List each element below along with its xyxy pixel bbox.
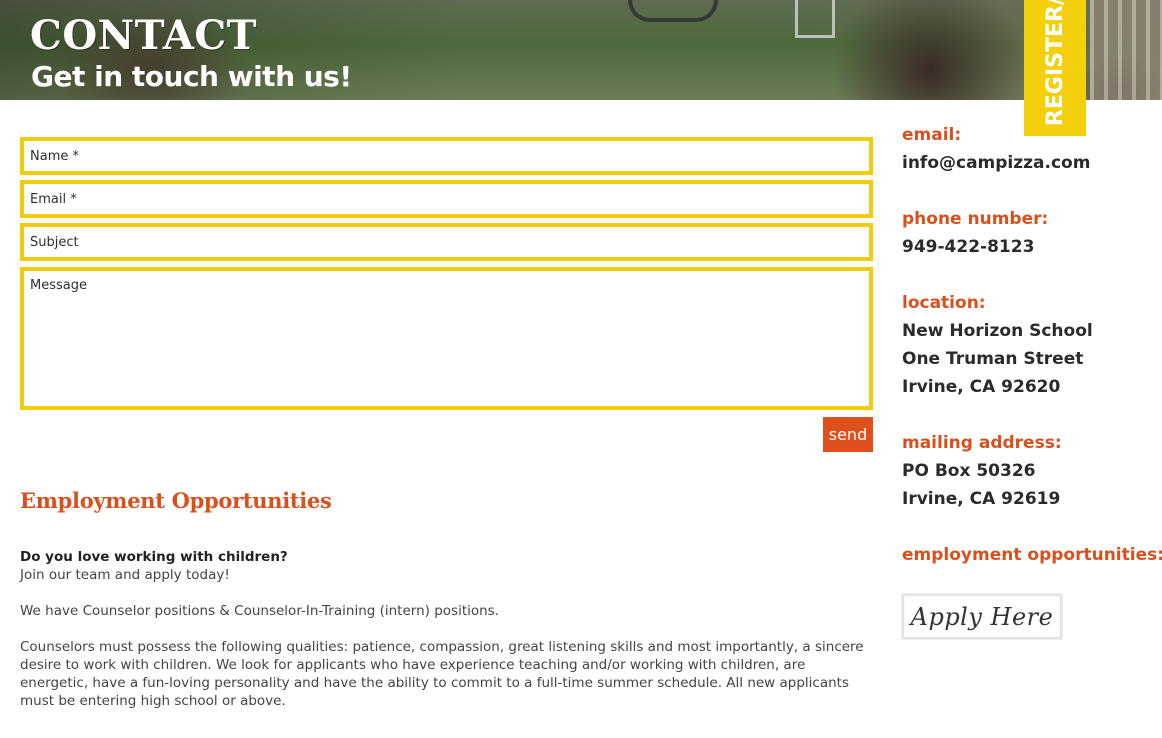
apply-here-label: Apply Here [910, 602, 1054, 631]
banner-photo-table [628, 0, 718, 22]
banner-photo-chair [795, 0, 835, 38]
mailing-label: mailing address: [902, 433, 1062, 453]
employment-positions-text: We have Counselor positions & Counselor-… [20, 603, 500, 619]
header-banner: CONTACT Get in touch with us! [0, 0, 1162, 100]
mailing-line: Irvine, CA 92619 [902, 489, 1061, 509]
email-value[interactable]: info@campizza.com [902, 149, 1090, 177]
email-field[interactable] [20, 180, 873, 218]
employment-opportunities-label: employment opportunities: [902, 545, 1162, 565]
employment-heading: Employment Opportunities [20, 488, 332, 513]
page-subtitle: Get in touch with us! [31, 60, 352, 93]
mailing-line: PO Box 50326 [902, 461, 1036, 481]
phone-value[interactable]: 949-422-8123 [902, 233, 1034, 261]
name-field[interactable] [20, 137, 873, 175]
email-label: email: [902, 125, 962, 145]
apply-here-button[interactable]: Apply Here [902, 594, 1062, 639]
employment-qualities-text: Counselors must possess the following qu… [20, 639, 864, 709]
location-line: Irvine, CA 92620 [902, 377, 1061, 397]
phone-label: phone number: [902, 209, 1049, 229]
message-field[interactable] [20, 267, 873, 410]
employment-join-text: Join our team and apply today! [20, 567, 230, 583]
register-tab-label: REGISTER/ [1042, 0, 1068, 126]
banner-photo-railing [1090, 0, 1162, 100]
location-label: location: [902, 293, 986, 313]
register-tab[interactable]: REGISTER/ [1024, 0, 1086, 136]
location-line: One Truman Street [902, 349, 1084, 369]
location-line: New Horizon School [902, 321, 1093, 341]
page-title: CONTACT [30, 12, 257, 59]
send-button[interactable]: send [823, 417, 873, 452]
subject-field[interactable] [20, 223, 873, 261]
employment-question: Do you love working with children? [20, 549, 288, 565]
